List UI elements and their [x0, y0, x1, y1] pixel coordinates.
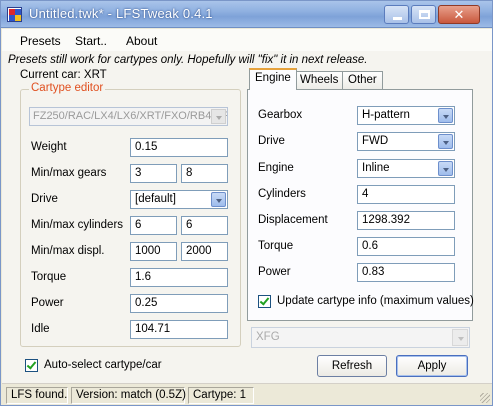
- engine-type-combo-value: Inline: [362, 162, 390, 174]
- displacement-label: Displacement: [258, 214, 328, 226]
- drive-combo-value: [default]: [135, 193, 176, 205]
- weight-label: Weight: [31, 141, 67, 153]
- notice-text: Presets still work for cartypes only. Ho…: [8, 54, 368, 66]
- idle-label: Idle: [31, 323, 50, 335]
- displ-range-label: Min/max displ.: [31, 245, 105, 257]
- drive-combo[interactable]: [default]: [130, 190, 228, 209]
- app-icon[interactable]: [7, 7, 22, 22]
- chevron-down-icon: [452, 329, 468, 346]
- chevron-down-icon: [211, 109, 226, 124]
- chevron-down-icon: [438, 134, 453, 149]
- gearbox-label: Gearbox: [258, 109, 303, 121]
- menu-about[interactable]: About: [126, 34, 157, 48]
- chevron-down-icon: [211, 192, 226, 207]
- min-displ-field[interactable]: 1000: [130, 242, 177, 261]
- title-bar[interactable]: Untitled.twk* - LFSTweak 0.4.1 ✕: [1, 1, 492, 28]
- maximize-icon: [419, 10, 430, 19]
- menu-presets[interactable]: Presets: [20, 34, 61, 48]
- engine-drive-label: Drive: [258, 135, 285, 147]
- cylinders-range-label: Min/max cylinders: [31, 219, 124, 231]
- menu-start[interactable]: Start..: [75, 34, 107, 48]
- checkmark-icon: [26, 359, 37, 370]
- engine-drive-combo-value: FWD: [362, 135, 389, 147]
- status-bar: LFS found. Version: match (0.5Z) Cartype…: [2, 383, 492, 405]
- engine-torque-field[interactable]: 0.6: [357, 237, 455, 256]
- close-button[interactable]: ✕: [438, 5, 480, 24]
- close-icon: ✕: [453, 7, 465, 22]
- update-cartype-checkbox[interactable]: [258, 295, 271, 308]
- refresh-button[interactable]: Refresh: [317, 355, 387, 377]
- power-field[interactable]: 0.25: [130, 294, 228, 313]
- resize-grip-icon[interactable]: [480, 393, 490, 403]
- idle-field[interactable]: 104.71: [130, 320, 228, 339]
- chevron-down-icon: [438, 161, 453, 176]
- checkmark-icon: [259, 295, 270, 306]
- engine-torque-label: Torque: [258, 240, 294, 252]
- gearbox-combo[interactable]: H-pattern: [357, 106, 455, 125]
- tab-other[interactable]: Other: [342, 71, 383, 90]
- car-combo-value: XFG: [256, 331, 280, 343]
- window-title: Untitled.twk* - LFSTweak 0.4.1: [29, 6, 213, 21]
- engine-drive-combo[interactable]: FWD: [357, 132, 455, 151]
- cartype-editor-title: Cartype editor: [29, 82, 106, 94]
- engine-power-field[interactable]: 0.83: [357, 263, 455, 282]
- menu-bar: Presets Start.. About: [2, 29, 492, 51]
- status-version: Version: match (0.5Z): [71, 387, 186, 404]
- gearbox-combo-value: H-pattern: [362, 109, 410, 121]
- minimize-button[interactable]: [384, 5, 409, 24]
- auto-select-checkbox[interactable]: [25, 359, 38, 372]
- gears-label: Min/max gears: [31, 167, 107, 179]
- engine-type-label: Engine: [258, 162, 294, 174]
- cylinders-field[interactable]: 4: [357, 185, 455, 204]
- power-label: Power: [31, 297, 64, 309]
- engine-type-combo[interactable]: Inline: [357, 159, 455, 178]
- max-cylinders-field[interactable]: 6: [181, 216, 228, 235]
- auto-select-label[interactable]: Auto-select cartype/car: [44, 359, 162, 371]
- status-cartype: Cartype: 1: [188, 387, 254, 404]
- drive-label: Drive: [31, 193, 58, 205]
- max-displ-field[interactable]: 2000: [181, 242, 228, 261]
- minimize-icon: [393, 17, 402, 20]
- torque-field[interactable]: 1.6: [130, 268, 228, 287]
- apply-button[interactable]: Apply: [396, 355, 468, 377]
- update-cartype-label[interactable]: Update cartype info (maximum values): [277, 295, 474, 307]
- min-cylinders-field[interactable]: 6: [130, 216, 177, 235]
- tab-wheels[interactable]: Wheels: [294, 71, 345, 90]
- maximize-button[interactable]: [411, 5, 436, 24]
- status-lfs: LFS found.: [6, 387, 68, 404]
- tab-engine[interactable]: Engine: [249, 68, 297, 90]
- cartypes-combo[interactable]: FZ250/RAC/LX4/LX6/XRT/FXO/RB4/XFG/XRG: [29, 107, 228, 126]
- torque-label: Torque: [31, 271, 67, 283]
- cartypes-combo-value: FZ250/RAC/LX4/LX6/XRT/FXO/RB4/XFG/XRG: [33, 110, 227, 122]
- min-gears-field[interactable]: 3: [130, 164, 177, 183]
- engine-power-label: Power: [258, 266, 291, 278]
- current-car-label: Current car: XRT: [20, 69, 107, 81]
- max-gears-field[interactable]: 8: [181, 164, 228, 183]
- displacement-field[interactable]: 1298.392: [357, 211, 455, 230]
- chevron-down-icon: [438, 108, 453, 123]
- weight-field[interactable]: 0.15: [130, 138, 228, 157]
- main-window: Untitled.twk* - LFSTweak 0.4.1 ✕ Presets…: [0, 0, 493, 406]
- car-combo[interactable]: XFG: [251, 327, 470, 348]
- cylinders-label: Cylinders: [258, 188, 306, 200]
